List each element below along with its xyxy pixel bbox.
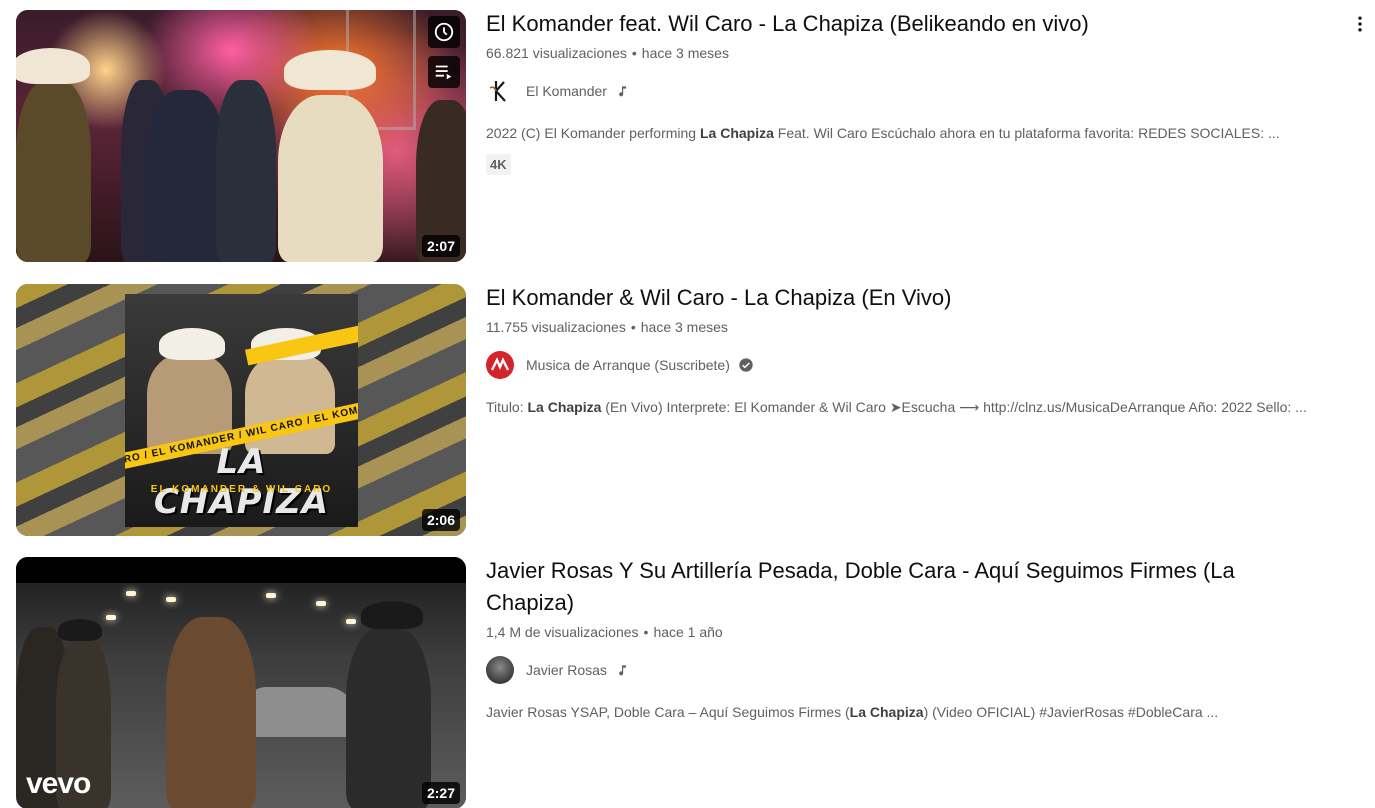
video-info: El Komander & Wil Caro - La Chapiza (En … [486,282,1346,417]
verified-check-icon [738,357,754,373]
watch-later-button[interactable] [428,16,460,48]
duration-badge: 2:06 [421,509,460,531]
video-info: El Komander feat. Wil Caro - La Chapiza … [486,8,1346,175]
video-result[interactable]: CARO / EL KOMANDER / WIL CARO / EL KOMAN… [0,282,1375,536]
description-text: (En Vivo) Interprete: El Komander & Wil … [601,399,1307,415]
cover-title: LA CHAPIZA [153,442,330,522]
separator-dot: • [630,319,636,335]
video-description: Javier Rosas YSAP, Doble Cara – Aquí Seg… [486,702,1346,722]
channel-name[interactable]: Javier Rosas [526,662,607,678]
video-info: Javier Rosas Y Su Artillería Pesada, Dob… [486,555,1346,722]
channel-avatar[interactable] [486,656,514,684]
channel-name[interactable]: El Komander [526,83,607,99]
upload-age: hace 1 año [653,624,723,640]
video-metadata: 11.755 visualizaciones • hace 3 meses [486,317,1346,337]
channel-row[interactable]: El Komander [486,77,1346,105]
upload-age: hace 3 meses [641,45,729,61]
video-title[interactable]: El Komander & Wil Caro - La Chapiza (En … [486,282,1346,314]
separator-dot: • [631,45,637,61]
music-note-icon [615,663,629,677]
quality-badge: 4K [486,154,511,175]
video-thumbnail[interactable]: vevo 2:27 [16,557,466,808]
description-highlight: La Chapiza [700,125,774,141]
video-title[interactable]: El Komander feat. Wil Caro - La Chapiza … [486,8,1346,40]
queue-icon [435,65,452,80]
channel-row[interactable]: Javier Rosas [486,656,1346,684]
description-text: 2022 (C) El Komander performing [486,125,700,141]
description-text: ) (Video OFICIAL) #JavierRosas #DobleCar… [923,704,1219,720]
channel-avatar[interactable] [486,77,514,105]
view-count: 66.821 visualizaciones [486,45,627,61]
video-result[interactable]: 2:07 El Komander feat. Wil Caro - La Cha… [0,8,1375,262]
video-title[interactable]: Javier Rosas Y Su Artillería Pesada, Dob… [486,555,1246,619]
thumbnail-image [16,10,466,262]
video-thumbnail[interactable]: 2:07 [16,10,466,262]
channel-avatar[interactable] [486,351,514,379]
upload-age: hace 3 meses [640,319,728,335]
description-highlight: La Chapiza [527,399,602,415]
description-highlight: La Chapiza [849,704,924,720]
clock-icon [434,22,454,42]
video-metadata: 1,4 M de visualizaciones • hace 1 año [486,622,1346,642]
video-description: Titulo: La Chapiza (En Vivo) Interprete:… [486,397,1346,417]
add-to-queue-button[interactable] [428,56,460,88]
description-text: Javier Rosas YSAP, Doble Cara – Aquí Seg… [486,704,850,720]
video-result[interactable]: vevo 2:27 Javier Rosas Y Su Artillería P… [0,555,1375,808]
channel-row[interactable]: Musica de Arranque (Suscribete) [486,351,1346,379]
duration-badge: 2:07 [421,235,460,257]
music-note-icon [615,84,629,98]
view-count: 1,4 M de visualizaciones [486,624,639,640]
more-actions-button[interactable] [1348,12,1372,36]
description-text: Feat. Wil Caro Escúchalo ahora en tu pla… [773,125,1280,141]
description-text: Titulo: [486,399,528,415]
vevo-logo: vevo [26,767,91,800]
video-description: 2022 (C) El Komander performing La Chapi… [486,123,1346,143]
channel-name[interactable]: Musica de Arranque (Suscribete) [526,357,730,373]
duration-badge: 2:27 [421,782,460,804]
video-thumbnail[interactable]: CARO / EL KOMANDER / WIL CARO / EL KOMAN… [16,284,466,536]
video-metadata: 66.821 visualizaciones • hace 3 meses [486,43,1346,63]
more-vert-icon [1358,16,1362,32]
thumbnail-image: CARO / EL KOMANDER / WIL CARO / EL KOMAN… [16,284,466,536]
cover-subtitle: EL KOMANDER & WIL CARO [150,484,333,495]
separator-dot: • [643,624,649,640]
view-count: 11.755 visualizaciones [486,319,626,335]
album-cover: CARO / EL KOMANDER / WIL CARO / EL KOMAN… [125,294,358,527]
